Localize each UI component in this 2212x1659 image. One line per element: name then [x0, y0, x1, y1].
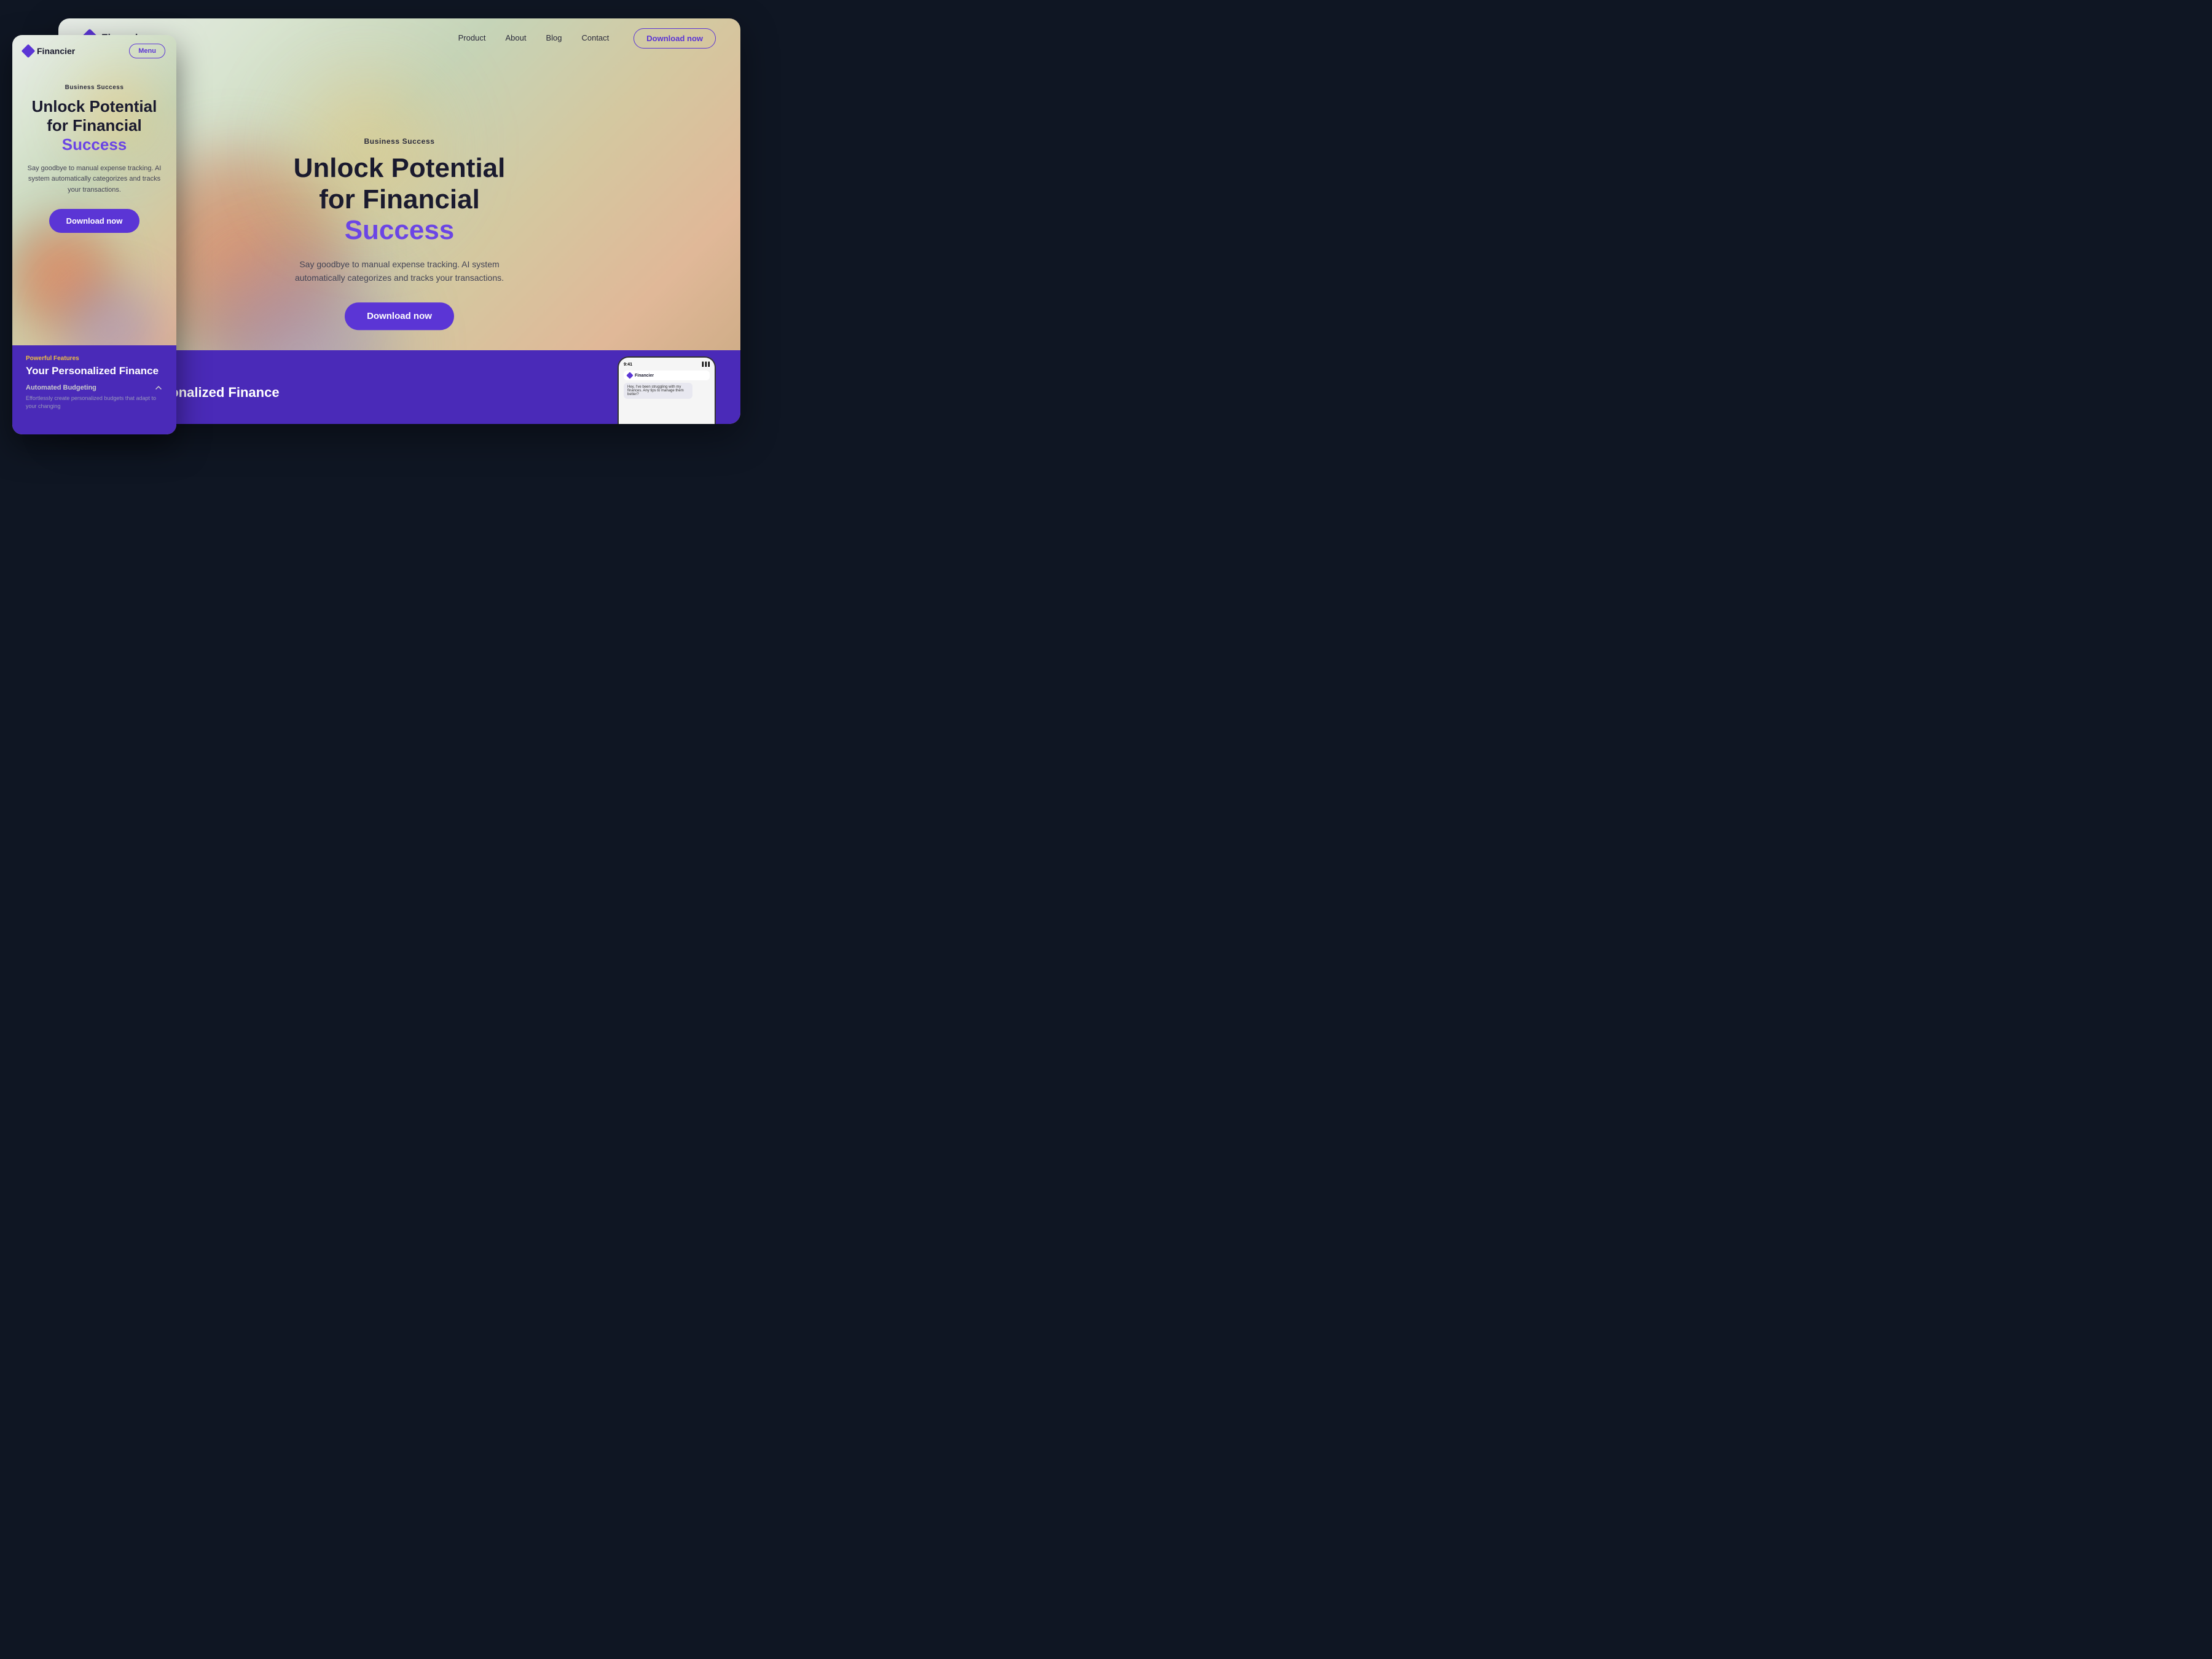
mobile-features-title: Your Personalized Finance [26, 365, 163, 377]
mobile-hero-bg: Financier Menu Business Success Unlock P… [12, 35, 176, 434]
desktop-hero-content: Business Success Unlock Potential for Fi… [240, 137, 559, 330]
phone-time: 9:41 [624, 363, 632, 367]
mobile-card: Financier Menu Business Success Unlock P… [12, 35, 176, 434]
nav-link-product[interactable]: Product [458, 33, 486, 42]
desktop-hero-tag: Business Success [240, 137, 559, 146]
phone-status-bar: 9:41 ▐▐▐ [624, 363, 710, 367]
chevron-up-icon [154, 383, 163, 392]
phone-app-header: Financier [624, 371, 710, 380]
mobile-hero-title: Unlock Potential for Financial Success [26, 97, 163, 155]
phone-screen: 9:41 ▐▐▐ Financier Hey, I've been strugg… [619, 358, 715, 424]
phone-mockup: 9:41 ▐▐▐ Financier Hey, I've been strugg… [618, 356, 716, 424]
mobile-features-tag: Powerful Features [26, 355, 163, 362]
mobile-features-section: Powerful Features Your Personalized Fina… [12, 345, 176, 434]
phone-logo-icon [626, 372, 633, 378]
mobile-features-item: Automated Budgeting [26, 383, 163, 392]
desktop-nav-links: Product About Blog Contact [458, 33, 610, 44]
mobile-logo-text: Financier [37, 46, 75, 56]
phone-chat-bubble: Hey, I've been struggling with my financ… [624, 383, 692, 399]
desktop-hero-subtitle: Say goodbye to manual expense tracking. … [276, 257, 522, 285]
mobile-logo-diamond-icon [22, 44, 36, 58]
mobile-features-item-label: Automated Budgeting [26, 384, 96, 391]
nav-link-blog[interactable]: Blog [546, 33, 562, 42]
mobile-hero-tag: Business Success [26, 84, 163, 91]
phone-app-name: Financier [635, 374, 654, 378]
mobile-hero-subtitle: Say goodbye to manual expense tracking. … [26, 163, 163, 196]
mobile-hero-download-button[interactable]: Download now [49, 209, 140, 233]
desktop-hero-title: Unlock Potential for Financial Success [240, 153, 559, 246]
desktop-nav-download-button[interactable]: Download now [633, 28, 716, 49]
mobile-menu-button[interactable]: Menu [129, 44, 165, 58]
mobile-navbar: Financier Menu [12, 35, 176, 67]
nav-link-about[interactable]: About [505, 33, 526, 42]
mobile-logo: Financier [23, 46, 75, 56]
mobile-features-item-desc: Effortlessly create personalized budgets… [26, 394, 163, 410]
nav-link-contact[interactable]: Contact [581, 33, 609, 42]
desktop-hero-download-button[interactable]: Download now [345, 302, 454, 330]
mobile-hero-content: Business Success Unlock Potential for Fi… [12, 84, 176, 233]
